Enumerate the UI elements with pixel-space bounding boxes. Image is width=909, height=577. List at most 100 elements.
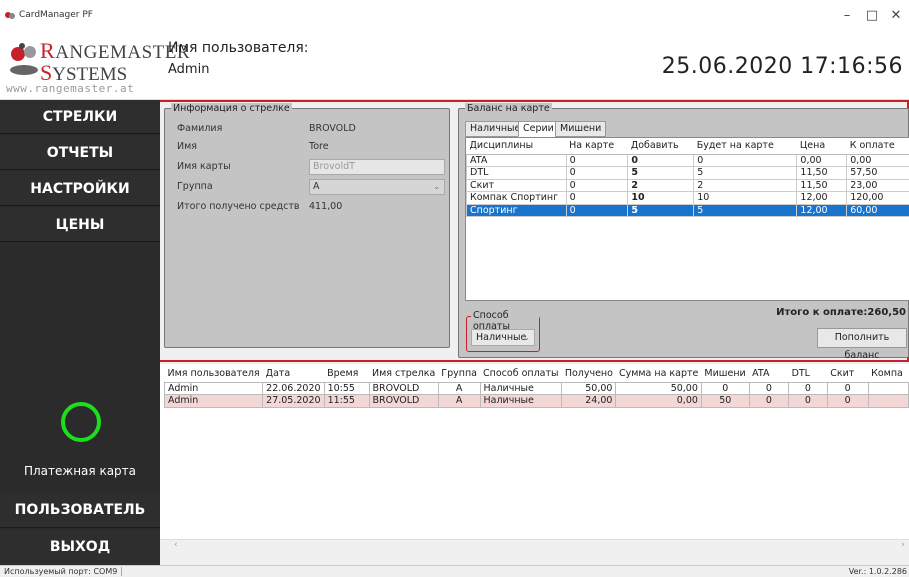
surname-value: BROVOLD <box>309 123 356 134</box>
grid-cell: Admin <box>163 394 264 408</box>
grid-cell: 10 <box>693 191 798 205</box>
column-header: Дата <box>265 368 291 380</box>
tab-series[interactable]: Серии <box>518 121 559 137</box>
surname-label: Фамилия <box>177 123 223 134</box>
grid-cell: 60,00 <box>846 203 909 217</box>
grid-cell: 0 <box>788 394 828 408</box>
card-name-field[interactable]: BrovoldT <box>309 159 445 175</box>
chevron-down-icon: ⌄ <box>433 182 440 191</box>
grid-cell: 0 <box>826 381 869 395</box>
table-row[interactable]: Скит 0 2 2 11,50 23,00 <box>466 178 909 192</box>
grid-cell: Admin <box>163 381 264 395</box>
grid-cell: BROVOLD <box>368 381 439 395</box>
transaction-history: Имя пользователя Дата Время Имя стрелка … <box>160 364 909 552</box>
grid-cell: 0 <box>700 381 750 395</box>
add-cell[interactable]: 2 <box>627 178 695 192</box>
grid-cell: 50,00 <box>561 381 617 395</box>
status-bar: Используемый порт: COM9 Ver.: 1.0.2.286 <box>0 565 909 577</box>
total-received-value: 411,00 <box>309 201 343 212</box>
maximize-button[interactable]: □ <box>861 8 883 23</box>
total-received-label: Итого получено средств <box>177 201 300 212</box>
grid-cell: 12,00 <box>796 203 848 217</box>
grid-cell: 11,50 <box>796 166 848 180</box>
grid-cell <box>867 394 909 408</box>
group-select[interactable]: A ⌄ <box>309 179 445 195</box>
tab-cash[interactable]: Наличные <box>465 121 526 137</box>
grid-cell: 5 <box>693 166 798 180</box>
column-header: Дисциплины <box>466 138 567 155</box>
nav-shooters[interactable]: СТРЕЛКИ <box>0 100 160 134</box>
grid-cell: 50,00 <box>615 381 702 395</box>
grid-cell: Наличные <box>479 381 563 395</box>
scroll-left-icon[interactable]: ‹ <box>174 540 178 550</box>
app-header: RANGEMASTER SYSTEMS www.rangemaster.at И… <box>0 32 909 100</box>
grid-cell: BROVOLD <box>368 394 439 408</box>
nav-reports[interactable]: ОТЧЕТЫ <box>0 136 160 170</box>
column-header: Скит <box>830 368 855 380</box>
minimize-button[interactable]: – <box>836 8 858 23</box>
grid-cell: 27.05.2020 <box>262 394 325 408</box>
grid-cell: 0,00 <box>846 153 909 167</box>
window-title: CardManager PF <box>19 10 93 20</box>
column-header: Мишени <box>704 368 746 380</box>
grid-cell: 10:55 <box>323 381 370 395</box>
grid-cell: 0 <box>565 178 629 192</box>
add-cell[interactable]: 0 <box>627 153 695 167</box>
column-header: Цена <box>796 138 847 155</box>
table-row[interactable]: Admin 22.06.2020 10:55 BROVOLD A Наличные 50,0… <box>163 381 909 395</box>
column-header: Время <box>327 368 359 380</box>
chevron-down-icon: ⌄ <box>523 333 530 342</box>
grid-cell: 0 <box>565 166 629 180</box>
nav-prices[interactable]: ЦЕНЫ <box>0 208 160 242</box>
grid-cell: 5 <box>693 203 798 217</box>
add-cell[interactable]: 5 <box>627 203 695 217</box>
table-row[interactable]: Admin 27.05.2020 11:55 BROVOLD A Наличные 24,0… <box>163 394 909 408</box>
current-user-name: Admin <box>168 62 210 77</box>
card-balance-legend: Баланс на карте <box>465 103 552 114</box>
grid-cell: 57,50 <box>846 166 909 180</box>
table-row-selected[interactable]: Спортинг 0 5 5 12,00 60,00 <box>466 203 909 217</box>
logo-website: www.rangemaster.at <box>6 82 135 95</box>
logo-emblem-icon <box>10 43 38 75</box>
payment-method-select[interactable]: Наличные ⌄ <box>471 329 535 346</box>
close-button[interactable]: ✕ <box>885 8 907 23</box>
grid-cell: 0 <box>565 153 629 167</box>
table-row[interactable]: DTL 0 5 5 11,50 57,50 <box>466 166 909 180</box>
table-row[interactable]: ATA 0 0 0 0,00 0,00 <box>466 153 909 167</box>
sidebar: СТРЕЛКИ ОТЧЕТЫ НАСТРОЙКИ ЦЕНЫ Платежная … <box>0 100 160 565</box>
grid-cell: ATA <box>466 153 567 167</box>
column-header: К оплате <box>846 138 909 155</box>
add-cell[interactable]: 5 <box>627 166 695 180</box>
column-header: Добавить <box>627 138 694 155</box>
grid-cell: Скит <box>466 178 567 192</box>
app-icon <box>5 12 15 19</box>
card-status-indicator-icon <box>61 402 101 442</box>
current-datetime: 25.06.2020 17:16:56 <box>661 54 903 79</box>
exit-button[interactable]: ВЫХОД <box>0 530 160 565</box>
user-button[interactable]: ПОЛЬЗОВАТЕЛЬ <box>0 492 160 528</box>
name-value: Tore <box>309 141 329 152</box>
grid-cell: 0 <box>826 394 869 408</box>
add-cell[interactable]: 10 <box>627 191 695 205</box>
window-titlebar: CardManager PF – □ ✕ <box>0 0 909 32</box>
topup-balance-button[interactable]: Пополнить баланс <box>817 328 907 361</box>
nav-settings[interactable]: НАСТРОЙКИ <box>0 172 160 206</box>
discipline-table: Дисциплины На карте Добавить Будет на ка… <box>466 138 909 217</box>
table-row[interactable]: Компак Спортинг 0 10 10 12,00 120,00 <box>466 191 909 205</box>
grid-cell: 0 <box>748 381 790 395</box>
grid-cell: 50 <box>700 394 750 408</box>
card-name-label: Имя карты <box>177 161 231 172</box>
payment-card-label: Платежная карта <box>23 464 137 478</box>
grid-cell <box>867 381 909 395</box>
column-header: Компа <box>871 368 903 380</box>
grid-cell: 24,00 <box>561 394 617 408</box>
shooter-info-group: Информация о стрелке Фамилия BROVOLD Имя… <box>164 103 450 348</box>
serial-port-status: Используемый порт: COM9 <box>4 567 123 576</box>
tab-targets[interactable]: Мишени <box>555 121 607 137</box>
history-horizontal-scrollbar[interactable]: ‹ › <box>160 539 909 552</box>
grid-cell: 11:55 <box>323 394 370 408</box>
grid-cell: 0,00 <box>796 153 848 167</box>
column-header: Имя стрелка <box>372 368 436 380</box>
column-header: Будет на карте <box>693 138 797 155</box>
scroll-right-icon[interactable]: › <box>901 540 905 550</box>
